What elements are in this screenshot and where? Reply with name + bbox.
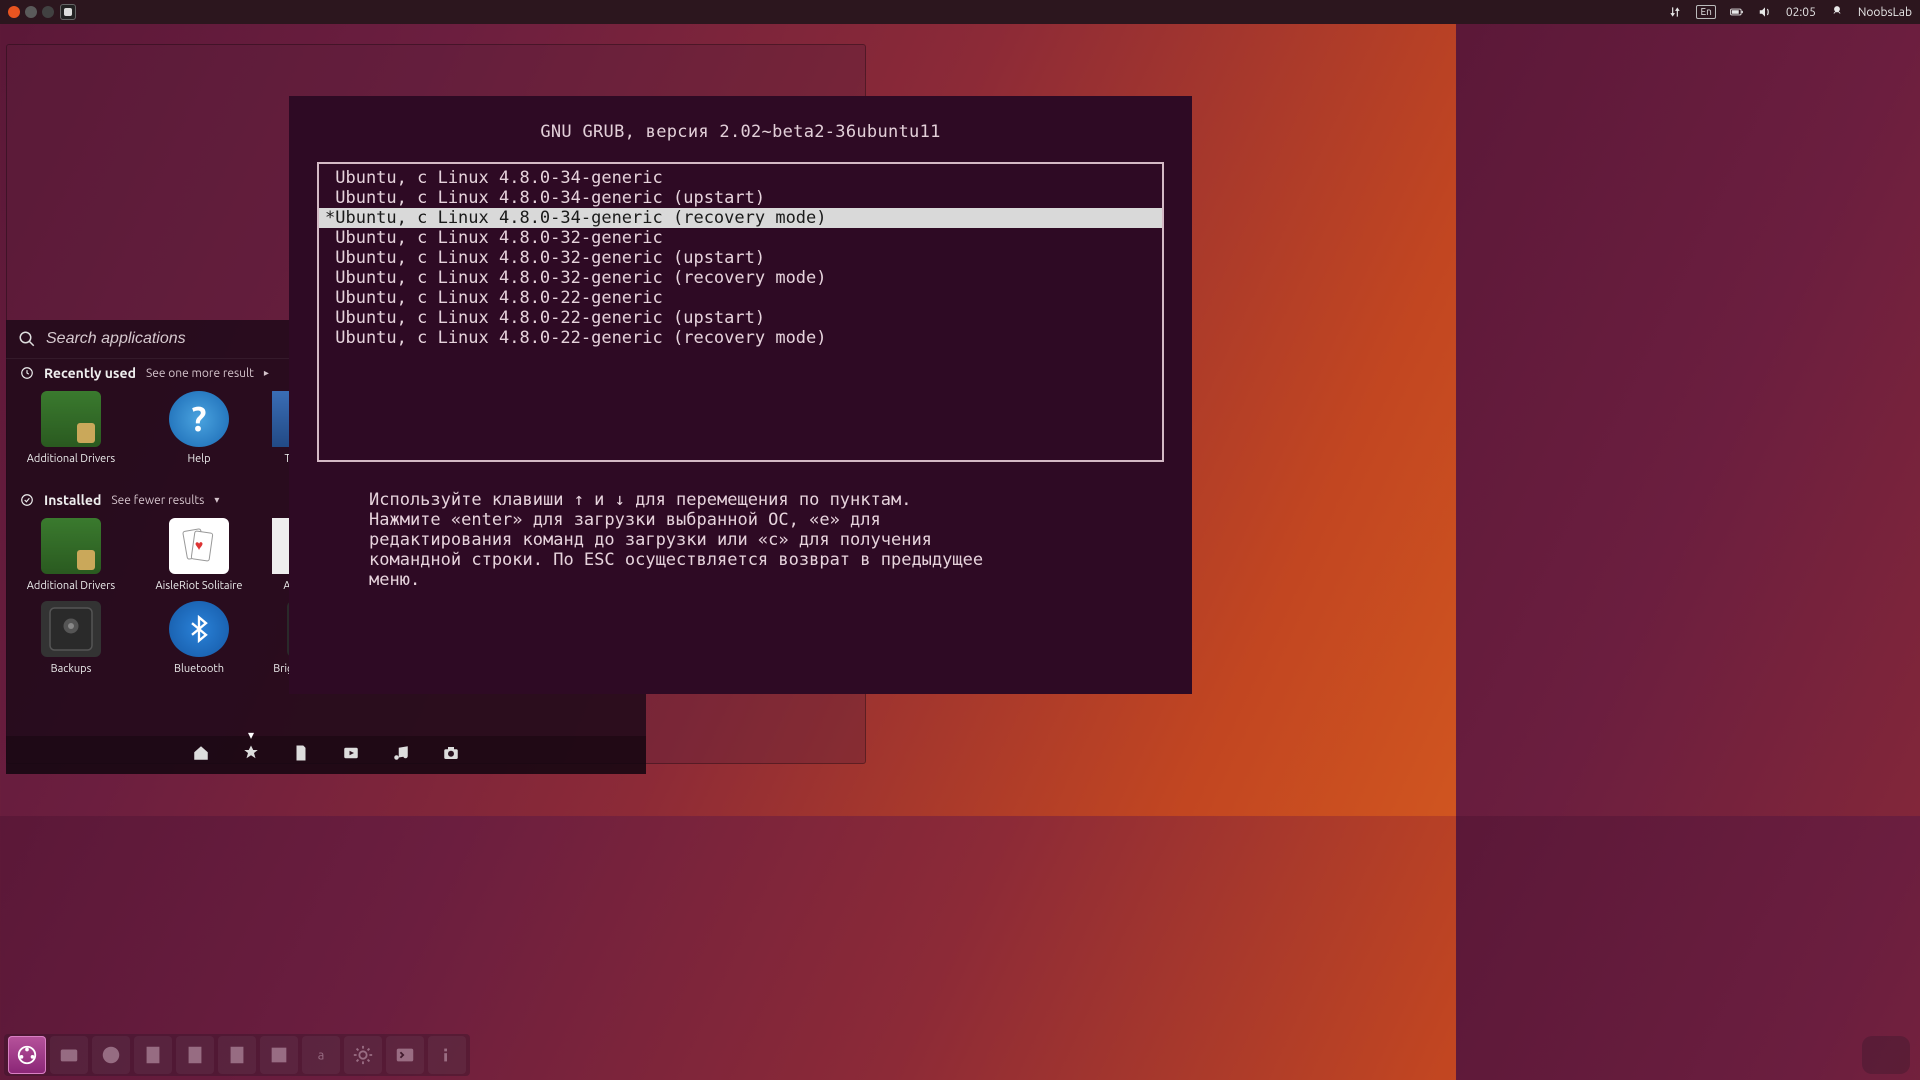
app-label: Help xyxy=(187,453,210,466)
drivers-icon xyxy=(41,391,101,447)
chevron-down-icon: ▾ xyxy=(214,494,219,506)
chevron-right-icon: ▸ xyxy=(264,367,269,379)
window-controls xyxy=(8,6,54,18)
grub-entry[interactable]: Ubuntu, с Linux 4.8.0-34-generic (upstar… xyxy=(319,188,1162,208)
bluetooth-icon xyxy=(169,601,229,657)
app-backups[interactable]: Backups xyxy=(16,601,126,676)
dock-files[interactable] xyxy=(50,1036,88,1074)
tab-music[interactable] xyxy=(392,744,410,766)
app-label: AisleRiot Solitaire xyxy=(156,580,243,593)
safe-icon xyxy=(41,601,101,657)
svg-text:♥: ♥ xyxy=(195,537,203,553)
tab-video[interactable] xyxy=(342,744,360,766)
battery-indicator[interactable] xyxy=(1730,5,1744,19)
app-label: Additional Drivers xyxy=(27,453,115,466)
dock-software[interactable] xyxy=(260,1036,298,1074)
session-indicator[interactable] xyxy=(1830,5,1844,19)
grub-title: GNU GRUB, версия 2.02~beta2-36ubuntu11 xyxy=(289,96,1192,158)
grub-entry-selected[interactable]: *Ubuntu, с Linux 4.8.0-34-generic (recov… xyxy=(319,208,1162,228)
dock-amazon[interactable]: a xyxy=(302,1036,340,1074)
installed-subtitle: See fewer results xyxy=(111,494,204,507)
dock-terminal[interactable] xyxy=(386,1036,424,1074)
grub-entry[interactable]: Ubuntu, с Linux 4.8.0-22-generic (upstar… xyxy=(319,308,1162,328)
app-aisleriot[interactable]: ♥ AisleRiot Solitaire xyxy=(144,518,254,593)
svg-text:a: a xyxy=(318,1049,325,1063)
dock-firefox[interactable] xyxy=(92,1036,130,1074)
grub-help-line: командной строки. По ESC осуществляется … xyxy=(369,550,1112,570)
dock-impress[interactable] xyxy=(218,1036,256,1074)
dock-dash[interactable] xyxy=(8,1036,46,1074)
clock[interactable]: 02:05 xyxy=(1786,6,1816,19)
dock-settings[interactable] xyxy=(344,1036,382,1074)
app-additional-drivers[interactable]: Additional Drivers xyxy=(16,391,126,466)
dock-info[interactable] xyxy=(428,1036,466,1074)
network-indicator[interactable] xyxy=(1668,5,1682,19)
dock-writer[interactable] xyxy=(134,1036,172,1074)
tab-photos[interactable] xyxy=(442,744,460,766)
recent-title: Recently used xyxy=(44,365,136,381)
grub-entry[interactable]: Ubuntu, с Linux 4.8.0-32-generic xyxy=(319,228,1162,248)
grub-entry[interactable]: Ubuntu, с Linux 4.8.0-22-generic xyxy=(319,288,1162,308)
grub-entry[interactable]: Ubuntu, с Linux 4.8.0-22-generic (recove… xyxy=(319,328,1162,348)
drivers-icon xyxy=(41,518,101,574)
app-help[interactable]: ? Help xyxy=(144,391,254,466)
app-bluetooth[interactable]: Bluetooth xyxy=(144,601,254,676)
grub-entry[interactable]: Ubuntu, с Linux 4.8.0-34-generic xyxy=(319,168,1162,188)
recent-subtitle: See one more result xyxy=(146,367,254,380)
trash-icon[interactable] xyxy=(1862,1036,1910,1074)
overlay-category-tabs xyxy=(6,736,646,774)
tab-apps[interactable] xyxy=(242,744,260,766)
installed-title: Installed xyxy=(44,492,101,508)
dock: a xyxy=(4,1034,470,1076)
cards-icon: ♥ xyxy=(169,518,229,574)
grub-window: GNU GRUB, версия 2.02~beta2-36ubuntu11 U… xyxy=(289,96,1192,694)
check-icon xyxy=(20,493,34,507)
minimize-button[interactable] xyxy=(25,6,37,18)
grub-help-line: редактирования команд до загрузки или «c… xyxy=(369,530,1112,550)
keyboard-indicator[interactable]: En xyxy=(1696,5,1715,19)
grub-help-text: Используйте клавиши ↑ и ↓ для перемещени… xyxy=(289,462,1192,590)
search-icon xyxy=(18,330,36,348)
app-additional-drivers[interactable]: Additional Drivers xyxy=(16,518,126,593)
maximize-button[interactable] xyxy=(42,6,54,18)
tab-home[interactable] xyxy=(192,744,210,766)
sound-indicator[interactable] xyxy=(1758,5,1772,19)
grub-menu[interactable]: Ubuntu, с Linux 4.8.0-34-generic Ubuntu,… xyxy=(317,162,1164,462)
dock-calc[interactable] xyxy=(176,1036,214,1074)
clock-icon xyxy=(20,366,34,380)
app-label: Additional Drivers xyxy=(27,580,115,593)
close-button[interactable] xyxy=(8,6,20,18)
top-panel: En 02:05 NoobsLab xyxy=(0,0,1920,24)
username[interactable]: NoobsLab xyxy=(1858,6,1912,19)
app-label: Backups xyxy=(51,663,92,676)
grub-help-line: Используйте клавиши ↑ и ↓ для перемещени… xyxy=(369,490,1112,510)
grub-entry[interactable]: Ubuntu, с Linux 4.8.0-32-generic (recove… xyxy=(319,268,1162,288)
grub-help-line: меню. xyxy=(369,570,1112,590)
tab-files[interactable] xyxy=(292,744,310,766)
app-label: Bluetooth xyxy=(174,663,224,676)
app-menu-icon[interactable] xyxy=(60,4,76,20)
help-icon: ? xyxy=(169,391,229,447)
grub-entry[interactable]: Ubuntu, с Linux 4.8.0-32-generic (upstar… xyxy=(319,248,1162,268)
grub-help-line: Нажмите «enter» для загрузки выбранной О… xyxy=(369,510,1112,530)
